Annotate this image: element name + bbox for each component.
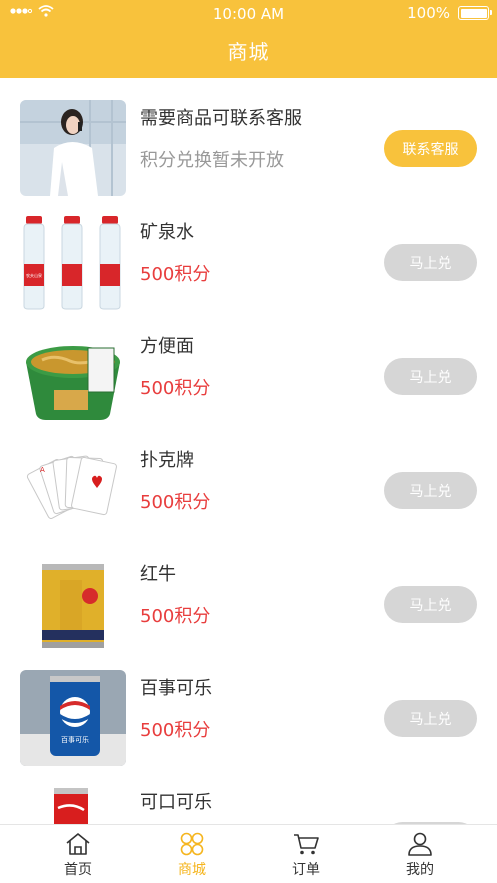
item-name: 矿泉水 (140, 222, 194, 243)
item-name: 百事可乐 (140, 678, 212, 699)
water-image: 农夫山泉 (20, 214, 126, 310)
pepsi-label-text: 百事可乐 (61, 735, 89, 744)
list-item-red-bull: 红牛 500积分 马上兑 (0, 534, 497, 652)
item-notice: 积分兑换暂未开放 (140, 150, 284, 171)
list-item-playing-cards: A 扑克牌 500积分 马上兑 (0, 420, 497, 538)
item-price: 500积分 (140, 720, 211, 741)
page-title: 商城 (227, 40, 270, 64)
coca-cola-image (20, 784, 126, 824)
app-header: 10:00 AM 100% 商城 (0, 0, 497, 78)
cart-icon (294, 834, 319, 855)
red-bull-image (20, 556, 126, 652)
item-name: 红牛 (140, 564, 176, 585)
noodles-image (20, 328, 126, 424)
redeem-button[interactable]: 马上兑 (384, 244, 477, 281)
item-name: 需要商品可联系客服 (140, 108, 302, 129)
contact-service-button[interactable]: 联系客服 (384, 130, 477, 167)
list-item-coca-cola: 可口可乐 (0, 762, 497, 824)
playing-cards-image: A (20, 442, 126, 538)
tab-label: 我的 (406, 862, 434, 878)
item-price: 500积分 (140, 606, 211, 627)
tab-profile[interactable]: 我的 (358, 825, 482, 883)
item-price: 500积分 (140, 492, 211, 513)
tab-label: 首页 (64, 862, 92, 878)
item-name: 可口可乐 (140, 792, 212, 813)
redeem-button[interactable]: 马上兑 (384, 358, 477, 395)
home-icon (66, 833, 90, 855)
list-item-water: 农夫山泉 矿泉水 500积分 马上兑 (0, 192, 497, 310)
tab-shop[interactable]: 商城 (130, 825, 254, 883)
battery-icon (458, 6, 492, 20)
pepsi-image: 百事可乐 (20, 670, 126, 766)
battery-percent: 100% (407, 4, 450, 22)
user-icon (408, 832, 432, 856)
bottom-tab-bar: 首页 商城 订单 我的 (0, 824, 497, 883)
status-bar: 10:00 AM 100% (0, 0, 497, 26)
shop-grid-icon (180, 832, 204, 856)
product-list[interactable]: 需要商品可联系客服 积分兑换暂未开放 联系客服 农夫山泉 矿泉水 500积分 马… (0, 78, 497, 824)
tab-label: 商城 (178, 862, 206, 878)
item-price: 500积分 (140, 264, 211, 285)
item-name: 扑克牌 (140, 450, 194, 471)
svg-text:A: A (40, 466, 45, 474)
list-item-customer-service: 需要商品可联系客服 积分兑换暂未开放 联系客服 (0, 78, 497, 196)
list-item-noodles: 方便面 500积分 马上兑 (0, 306, 497, 424)
redeem-button[interactable]: 马上兑 (384, 700, 477, 737)
customer-service-image (20, 100, 126, 196)
water-brand-text: 农夫山泉 (26, 272, 42, 278)
item-price: 500积分 (140, 378, 211, 399)
tab-home[interactable]: 首页 (16, 825, 140, 883)
redeem-button[interactable]: 马上兑 (384, 586, 477, 623)
item-name: 方便面 (140, 336, 194, 357)
redeem-button[interactable]: 马上兑 (384, 472, 477, 509)
list-item-pepsi: 百事可乐 百事可乐 500积分 马上兑 (0, 648, 497, 766)
tab-orders[interactable]: 订单 (244, 825, 368, 883)
tab-label: 订单 (292, 862, 320, 878)
battery-group: 100% (407, 4, 492, 22)
